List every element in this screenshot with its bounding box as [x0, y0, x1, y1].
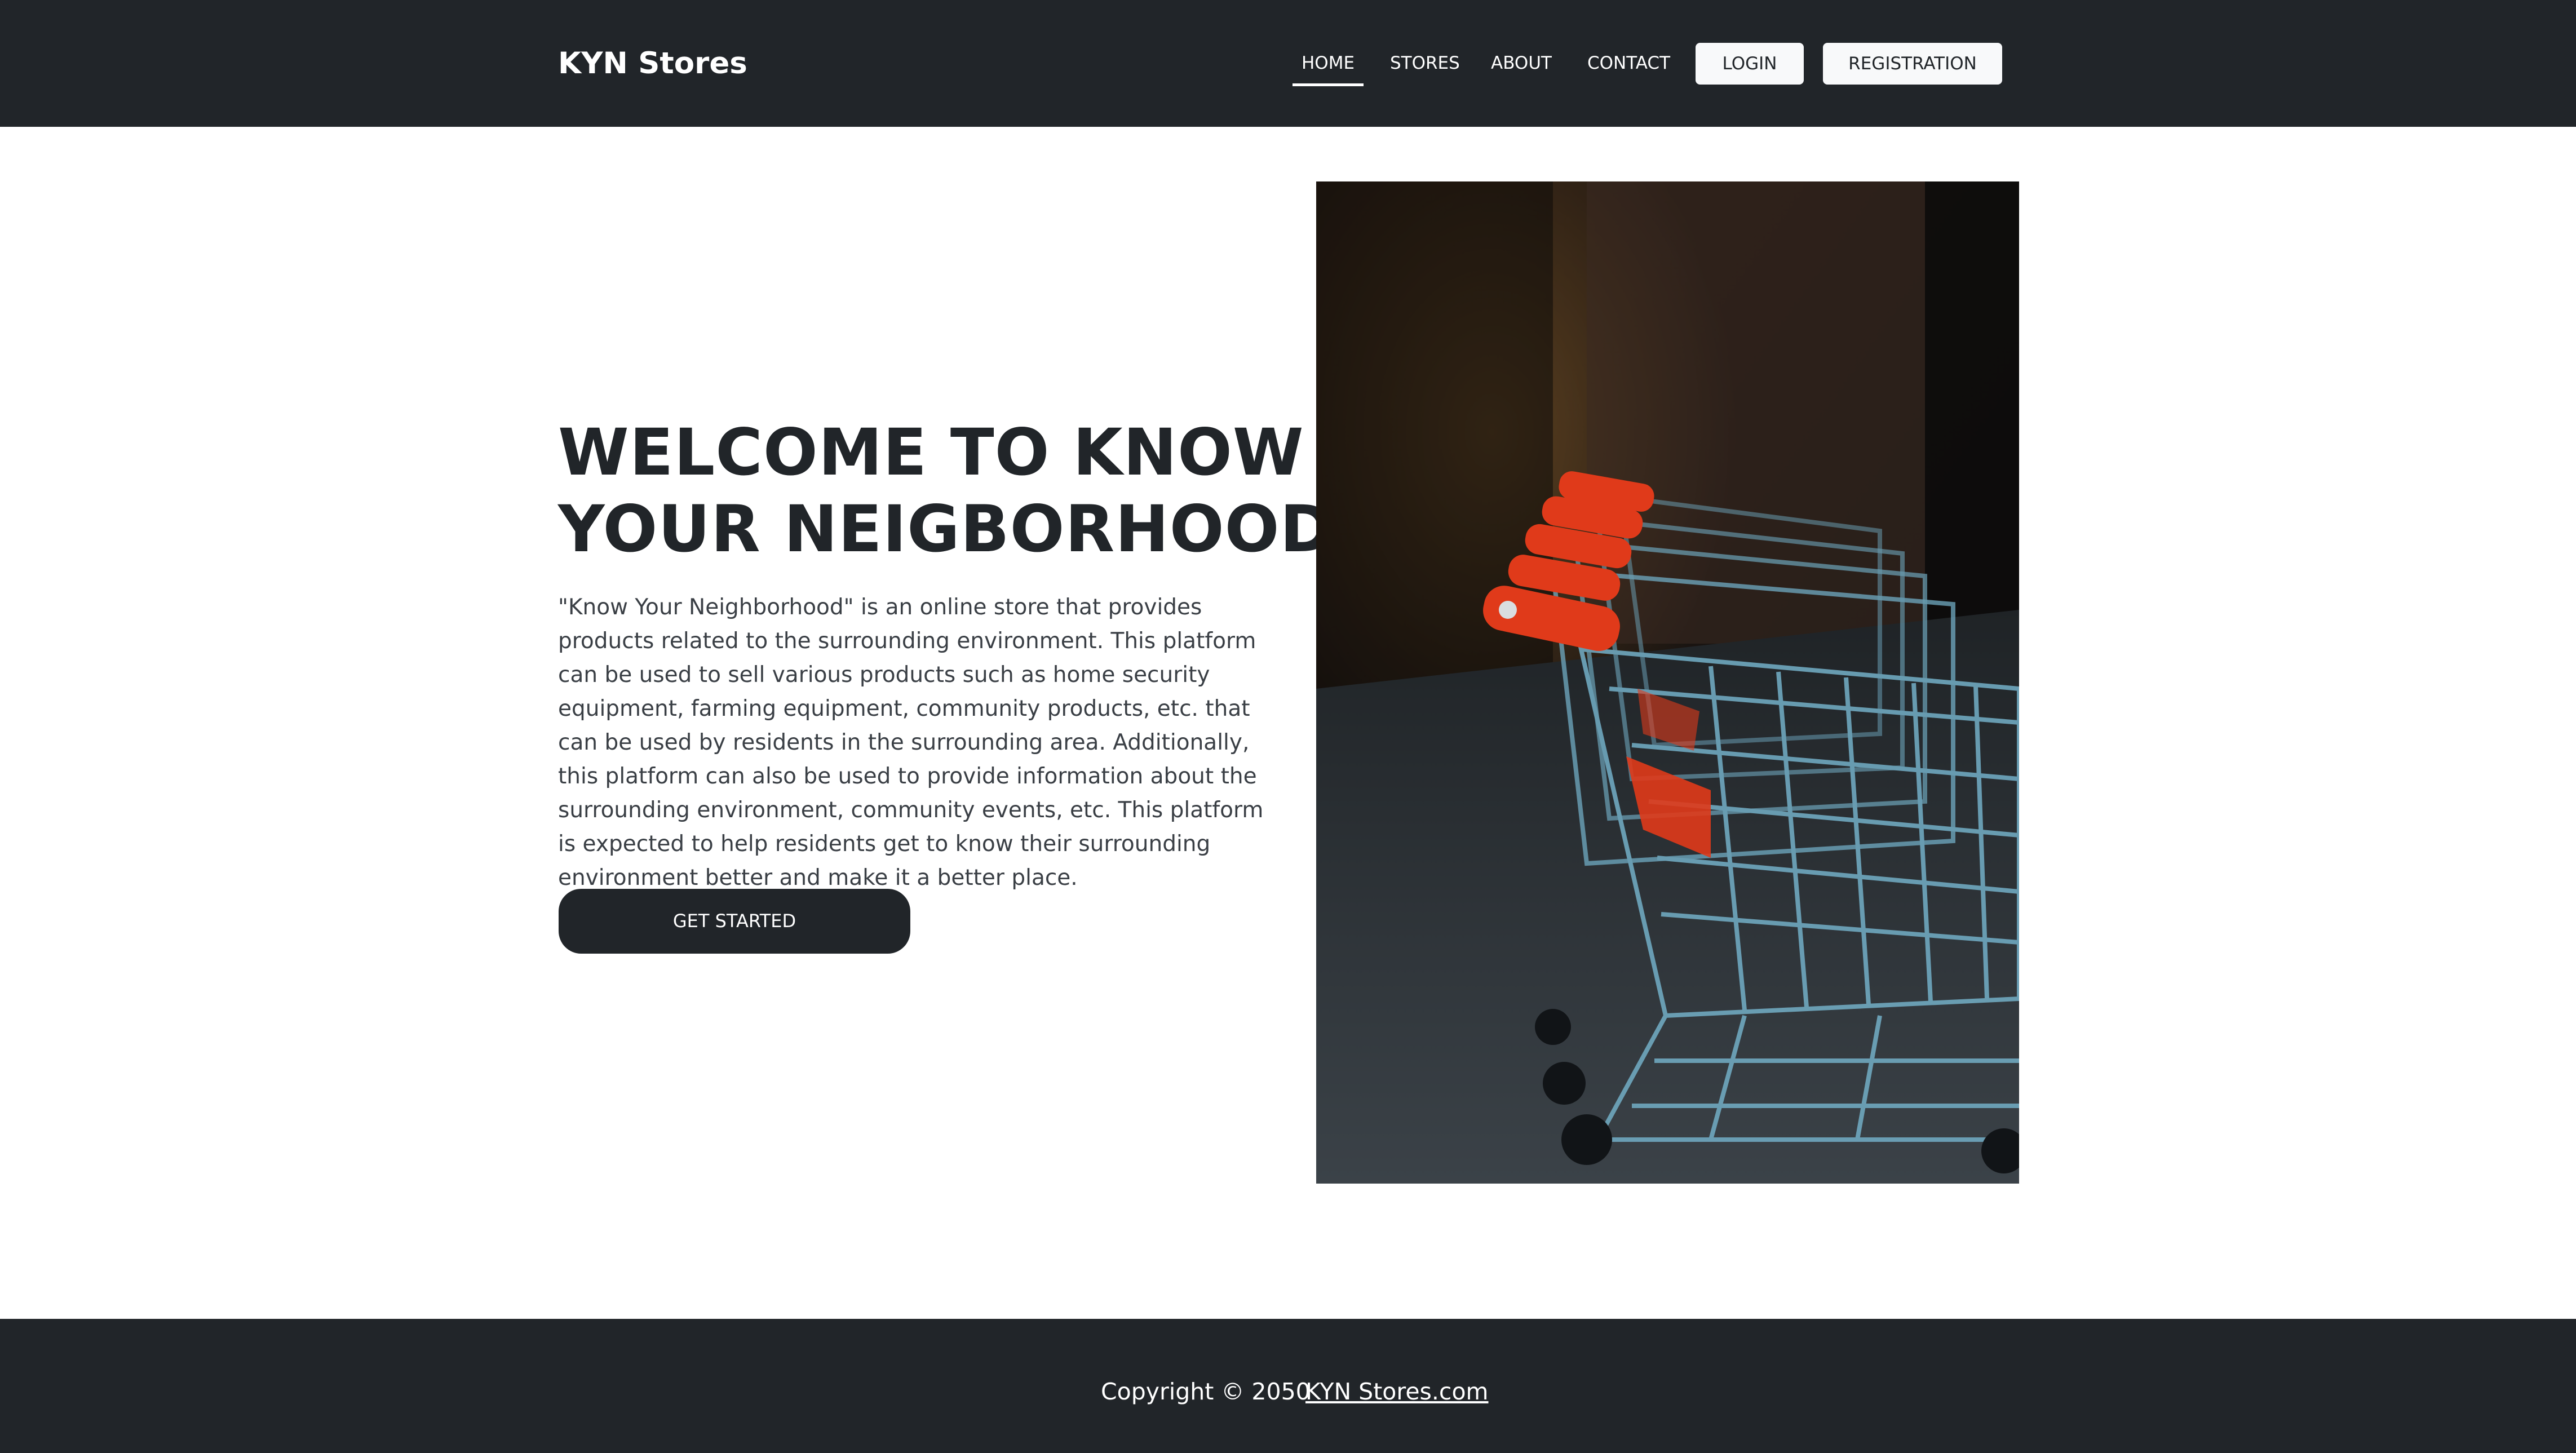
nav-stores[interactable]: STORES	[1390, 52, 1460, 74]
nav-contact[interactable]: CONTACT	[1587, 52, 1670, 74]
active-nav-indicator	[1293, 83, 1364, 86]
hero-title-line-1: WELCOME TO KNOW	[558, 415, 1304, 490]
navbar: KYN Stores HOME STORES ABOUT CONTACT LOG…	[0, 0, 2576, 127]
registration-button[interactable]: REGISTRATION	[1823, 43, 2002, 85]
hero-title-line-2: YOUR NEIGBORHOOD	[558, 491, 1334, 566]
nav-about[interactable]: ABOUT	[1491, 52, 1552, 74]
brand-logo[interactable]: KYN Stores	[558, 44, 747, 83]
footer-copyright: Copyright © 2050	[1101, 1378, 1311, 1405]
login-button[interactable]: LOGIN	[1696, 43, 1804, 85]
hero-description: "Know Your Neighborhood" is an online st…	[558, 595, 1264, 891]
hero-title: WELCOME TO KNOW YOUR NEIGBORHOOD	[558, 414, 1334, 568]
get-started-button[interactable]: GET STARTED	[559, 889, 910, 954]
nav-home[interactable]: HOME	[1302, 52, 1355, 74]
footer-site-link[interactable]: KYN Stores.com	[1305, 1377, 1489, 1406]
shopping-carts-image	[1316, 181, 2019, 1184]
